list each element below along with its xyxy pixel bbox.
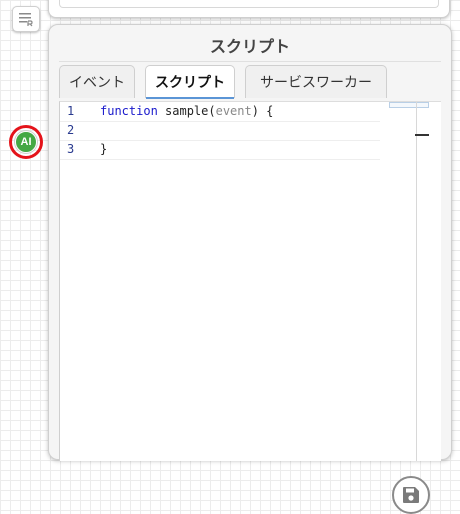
- code-keyword: function: [100, 104, 158, 118]
- code-text: function sample(event) {: [100, 102, 273, 121]
- title-divider: [59, 61, 441, 62]
- vertical-scrollbar[interactable]: [416, 102, 417, 461]
- document-button[interactable]: [12, 6, 40, 32]
- save-icon: [403, 487, 419, 503]
- code-parameter: event: [215, 104, 252, 118]
- code-line: 2: [60, 121, 380, 141]
- code-editor[interactable]: 1 function sample(event) { 2 3 }: [59, 101, 441, 514]
- top-panel-inner: [59, 0, 439, 8]
- document-icon: [19, 13, 33, 27]
- tab-events[interactable]: イベント: [59, 65, 135, 98]
- save-button[interactable]: [392, 476, 430, 514]
- top-panel: [48, 0, 450, 18]
- code-line: 3 }: [60, 140, 380, 160]
- tab-service-worker[interactable]: サービスワーカー: [245, 65, 387, 98]
- scroll-position-marker: [415, 134, 429, 136]
- code-rest: ) {: [251, 104, 274, 118]
- code-line: 1 function sample(event) {: [60, 102, 380, 122]
- code-text: }: [100, 142, 108, 156]
- minimap[interactable]: [389, 102, 429, 108]
- ai-button[interactable]: AI: [15, 131, 37, 153]
- script-panel: スクリプト イベント スクリプト サービスワーカー 1 function sam…: [48, 24, 452, 514]
- line-number: 2: [67, 123, 75, 137]
- code-function-name: sample(: [157, 104, 216, 118]
- panel-title: スクリプト: [209, 37, 290, 56]
- line-number: 1: [67, 104, 75, 118]
- tab-script[interactable]: スクリプト: [145, 65, 235, 99]
- line-number: 3: [67, 142, 75, 156]
